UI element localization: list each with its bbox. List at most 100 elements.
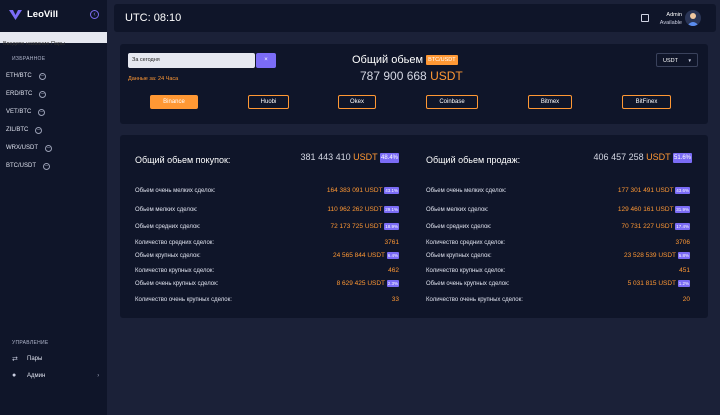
row-label: Обьем очень крупных сделок: — [426, 281, 510, 287]
sidebar-pair[interactable]: ETH/BTC – — [6, 71, 46, 81]
volume-card: За сегодня × Данные за: 24 Часа Общий об… — [120, 44, 708, 124]
row-pct: 43.1% — [384, 187, 399, 194]
admin-info[interactable]: Admin Available — [658, 12, 682, 26]
row-value: 3761 — [385, 239, 399, 246]
row-amount: 24 565 844 USDT — [333, 252, 385, 260]
pair-search-input[interactable] — [0, 38, 107, 50]
sell-total-unit: USDT — [646, 152, 671, 162]
row-label: Обьем крупных сделок: — [426, 253, 492, 259]
sidebar-pair[interactable]: ERD/BTC – — [6, 89, 47, 99]
exchange-button-huobi[interactable]: Huobi — [248, 95, 289, 109]
pair-label: WRX/USDT — [6, 145, 38, 151]
avatar-icon — [687, 13, 699, 26]
admin-status: Available — [659, 20, 682, 26]
exchange-button-coinbase[interactable]: Coinbase — [426, 95, 478, 109]
row-amount: 72 173 725 USDT — [330, 223, 383, 231]
pair-label: ZIL/BTC — [6, 127, 29, 133]
chevron-down-icon: ▼ — [687, 58, 692, 63]
row-label: Количество крупных сделок: — [135, 268, 215, 274]
sell-total-value: 406 457 258 — [593, 152, 644, 162]
sell-row: Обьем очень мелких сделок: 177 301 491 US… — [426, 187, 690, 197]
row-amount: 20 — [682, 296, 690, 303]
volume-amount-value: 787 900 668 — [360, 69, 427, 83]
row-label: Количество крупных сделок: — [426, 268, 506, 274]
row-value: 3706 — [676, 239, 690, 246]
row-label: Обьем средних сделок: — [426, 224, 492, 230]
row-pct: 43.6% — [675, 187, 690, 194]
row-label: Обьем мелких сделок: — [135, 207, 198, 213]
sell-row: Обьем очень крупных сделок: 5 031 815 USD… — [426, 280, 690, 290]
row-amount: 5 031 815 USDT — [627, 280, 676, 288]
exchange-button-bitfinex[interactable]: BitFinex — [622, 95, 671, 109]
buy-total-pct: 48.4% — [379, 152, 399, 163]
row-amount: 3706 — [675, 239, 690, 246]
exchange-button-okex[interactable]: Okex — [338, 95, 376, 109]
avatar[interactable] — [685, 10, 701, 26]
remove-favorite-icon[interactable]: – — [45, 144, 52, 152]
buy-row: Обьем очень мелких сделок: 164 383 091 US… — [135, 187, 399, 197]
remove-favorite-icon[interactable]: – — [38, 72, 46, 80]
exchange-button-binance[interactable]: Binance — [150, 95, 198, 109]
period-select[interactable]: За сегодня — [128, 53, 255, 68]
logo[interactable]: LeoVill — [9, 9, 58, 20]
row-value: 20 — [683, 296, 690, 303]
buy-total-value: 381 443 410 — [300, 152, 351, 162]
row-value: 177 301 491 USDT 43.6% — [618, 187, 690, 194]
row-value: 451 — [679, 267, 690, 274]
row-amount: 70 731 227 USDT — [621, 223, 674, 231]
row-value: 33 — [392, 296, 399, 303]
pair-badge: BTC/USDT — [426, 55, 458, 65]
row-label: Обьем очень мелких сделок: — [135, 188, 216, 194]
remove-favorite-icon[interactable]: – — [43, 162, 50, 170]
row-amount: 462 — [388, 267, 399, 274]
remove-favorite-icon[interactable]: – — [38, 108, 46, 116]
row-pct: 2.3% — [386, 280, 399, 287]
sell-row: Обьем крупных сделок: 23 528 539 USDT 5.8… — [426, 252, 690, 262]
buy-row: Количество крупных сделок: 462 — [135, 267, 399, 277]
row-amount: 177 301 491 USDT — [617, 187, 674, 195]
row-pct: 31.9% — [675, 206, 690, 213]
remove-favorite-icon[interactable]: – — [35, 126, 43, 134]
buy-row: Обьем крупных сделок: 24 565 844 USDT 6.4… — [135, 252, 399, 262]
swap-icon: ⇄ — [12, 356, 18, 363]
sell-row: Обьем мелких сделок: 129 460 161 USDT 31.… — [426, 206, 690, 216]
menu-item-admin[interactable]: ● Админ › — [12, 372, 99, 379]
buy-row: Обьем мелких сделок: 110 962 262 USDT 29.… — [135, 206, 399, 216]
volume-amount-unit: USDT — [430, 69, 463, 83]
sidebar-pair[interactable]: BTC/USDT – — [6, 161, 50, 171]
menu-item-pairs[interactable]: ⇄ Пары — [12, 355, 42, 363]
sidebar-pair[interactable]: WRX/USDT – — [6, 143, 52, 153]
buy-total-title: Общий обьем покупок: — [135, 155, 231, 165]
row-label: Количество средних сделок: — [426, 240, 506, 246]
buy-row: Обьем средних сделок: 72 173 725 USDT 18.… — [135, 223, 399, 233]
buy-total-unit: USDT — [353, 152, 378, 162]
row-value: 72 173 725 USDT 18.9% — [330, 223, 399, 231]
exchange-button-bitmex[interactable]: Bitmex — [528, 95, 572, 109]
row-value: 5 031 815 USDT 1.2% — [628, 280, 690, 287]
volume-amount: 787 900 668 USDT — [360, 69, 463, 83]
row-pct: 6.4% — [386, 252, 399, 259]
row-amount: 23 528 539 USDT — [624, 252, 676, 260]
row-value: 24 565 844 USDT 6.4% — [333, 252, 399, 259]
sell-row: Количество средних сделок: 3706 — [426, 239, 690, 249]
fullscreen-icon[interactable] — [641, 14, 649, 22]
row-amount: 129 460 161 USDT — [617, 206, 674, 214]
clear-button[interactable]: × — [256, 53, 276, 68]
pair-search[interactable] — [0, 32, 107, 50]
stats-card: Общий обьем покупок: 381 443 410 USDT 48… — [120, 135, 708, 318]
collapse-sidebar-icon[interactable]: ‹ — [90, 10, 99, 19]
remove-favorite-icon[interactable]: – — [39, 90, 47, 98]
buy-total: 381 443 410 USDT 48.4% — [301, 152, 399, 163]
sell-row: Обьем средних сделок: 70 731 227 USDT 17.… — [426, 223, 690, 233]
sidebar-pair[interactable]: ZIL/BTC – — [6, 125, 43, 135]
user-icon: ● — [12, 372, 17, 379]
sidebar-pair[interactable]: VET/BTC – — [6, 107, 46, 117]
row-pct: 17.4% — [675, 223, 690, 230]
pair-label: ETH/BTC — [6, 73, 32, 79]
row-value: 164 383 091 USDT 43.1% — [327, 187, 399, 194]
volume-title: Общий обьем BTC/USDT — [352, 54, 458, 66]
pair-label: ERD/BTC — [6, 91, 33, 97]
row-label: Обьем средних сделок: — [135, 224, 201, 230]
pair-label: VET/BTC — [6, 109, 32, 115]
currency-select[interactable]: USDT ▼ — [656, 53, 698, 67]
